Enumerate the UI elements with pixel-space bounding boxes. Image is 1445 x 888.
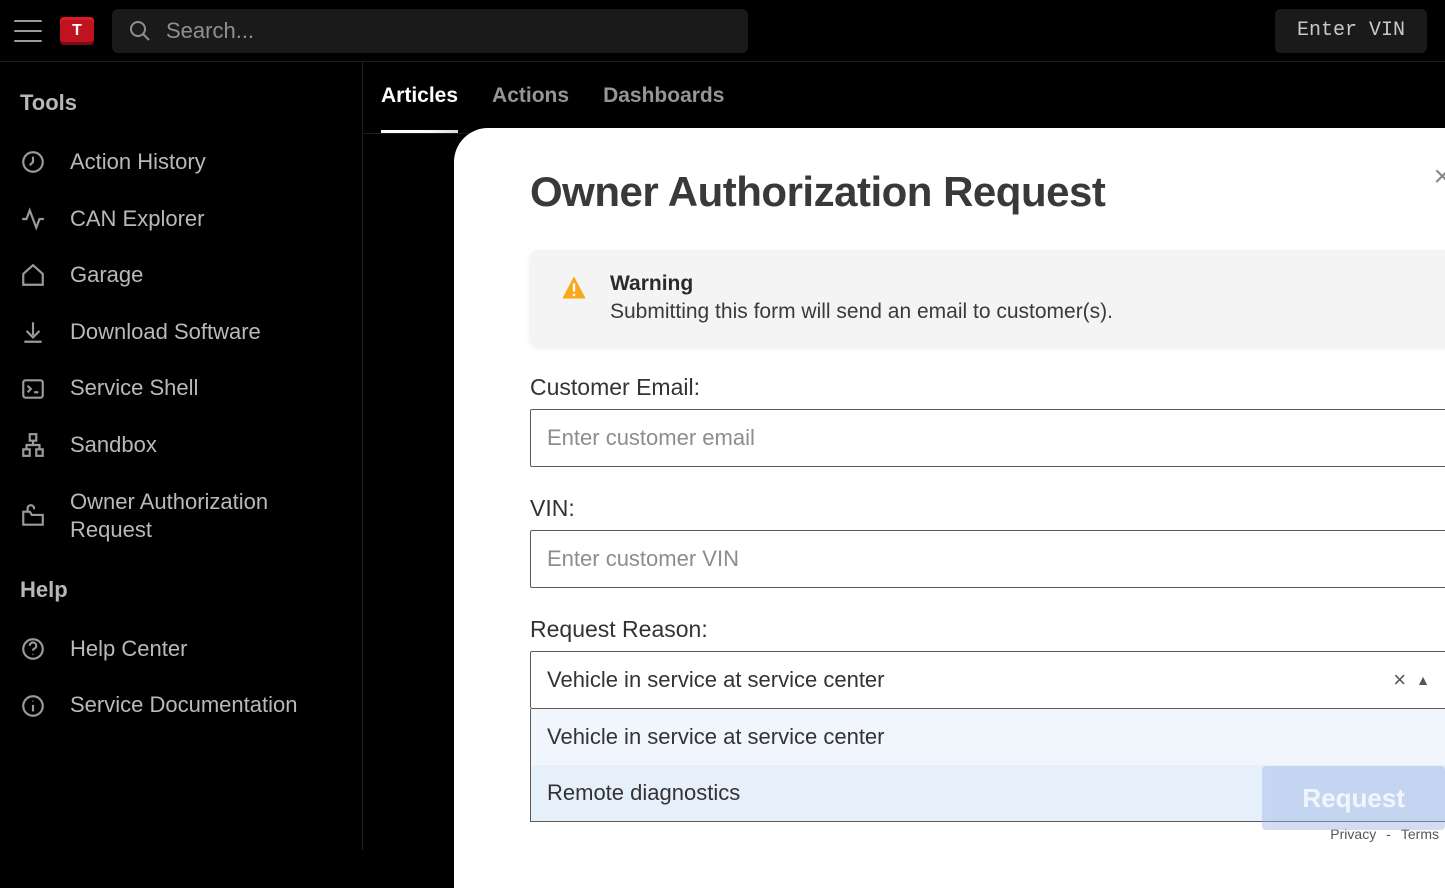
search-icon: [128, 19, 152, 43]
reason-option[interactable]: Vehicle in service at service center: [531, 709, 1445, 765]
sidebar-item-label: Garage: [70, 261, 143, 290]
warning-body: Submitting this form will send an email …: [610, 300, 1113, 324]
submit-request-button[interactable]: Request: [1262, 766, 1445, 830]
field-vin: VIN:: [530, 495, 1445, 588]
sidebar-item-action-history[interactable]: Action History: [20, 134, 342, 191]
reason-combobox[interactable]: Vehicle in service at service center × ▲: [530, 651, 1445, 709]
sidebar-item-label: Download Software: [70, 318, 261, 347]
sidebar-item-download-software[interactable]: Download Software: [20, 304, 342, 361]
sidebar-item-label: Action History: [70, 148, 206, 177]
sidebar: Tools Action History CAN Explorer Garage…: [0, 62, 363, 850]
email-label: Customer Email:: [530, 374, 1445, 401]
sidebar-item-can-explorer[interactable]: CAN Explorer: [20, 191, 342, 248]
content-tabs: Articles Actions Dashboards: [363, 62, 1445, 134]
sidebar-item-owner-auth-request[interactable]: Owner Authorization Request: [20, 474, 342, 559]
field-request-reason: Request Reason: Vehicle in service at se…: [530, 616, 1445, 709]
email-input[interactable]: [530, 409, 1445, 467]
home-icon: [20, 262, 46, 288]
field-customer-email: Customer Email:: [530, 374, 1445, 467]
global-search[interactable]: Search...: [112, 9, 748, 53]
tab-articles[interactable]: Articles: [381, 84, 458, 133]
info-icon: [20, 693, 46, 719]
history-icon: [20, 149, 46, 175]
clear-icon[interactable]: ×: [1383, 667, 1416, 693]
sidebar-item-help-center[interactable]: Help Center: [20, 621, 342, 678]
sidebar-item-label: Service Shell: [70, 374, 198, 403]
search-placeholder: Search...: [166, 18, 254, 44]
topbar: Search... Enter VIN: [0, 0, 1445, 62]
tab-actions[interactable]: Actions: [492, 84, 569, 133]
activity-icon: [20, 206, 46, 232]
warning-title: Warning: [610, 272, 1113, 296]
sidebar-item-label: CAN Explorer: [70, 205, 204, 234]
warning-icon: [560, 274, 588, 324]
sidebar-item-service-shell[interactable]: Service Shell: [20, 360, 342, 417]
enter-vin-button[interactable]: Enter VIN: [1275, 9, 1427, 53]
download-icon: [20, 319, 46, 345]
vin-input[interactable]: [530, 530, 1445, 588]
folder-lock-icon: [20, 503, 46, 529]
chevron-up-icon[interactable]: ▲: [1416, 672, 1430, 688]
reason-selected-value: Vehicle in service at service center: [547, 667, 1383, 693]
help-icon: [20, 636, 46, 662]
terminal-icon: [20, 376, 46, 402]
modal-title: Owner Authorization Request: [530, 168, 1445, 216]
hamburger-menu-icon[interactable]: [14, 20, 42, 42]
owner-auth-modal: Owner Authorization Request × Warning Su…: [454, 128, 1445, 888]
close-icon[interactable]: ×: [1433, 162, 1445, 192]
sidebar-item-sandbox[interactable]: Sandbox: [20, 417, 342, 474]
sitemap-icon: [20, 432, 46, 458]
sidebar-item-label: Owner Authorization Request: [70, 488, 342, 545]
warning-banner: Warning Submitting this form will send a…: [530, 250, 1445, 346]
sidebar-item-label: Service Documentation: [70, 691, 297, 720]
vin-label: VIN:: [530, 495, 1445, 522]
sidebar-item-garage[interactable]: Garage: [20, 247, 342, 304]
brand-logo[interactable]: [60, 17, 94, 45]
sidebar-item-label: Sandbox: [70, 431, 157, 460]
sidebar-section-help: Help: [20, 577, 342, 603]
reason-label: Request Reason:: [530, 616, 1445, 643]
sidebar-item-service-documentation[interactable]: Service Documentation: [20, 677, 342, 734]
sidebar-section-tools: Tools: [20, 90, 342, 116]
tab-dashboards[interactable]: Dashboards: [603, 84, 724, 133]
sidebar-item-label: Help Center: [70, 635, 187, 664]
